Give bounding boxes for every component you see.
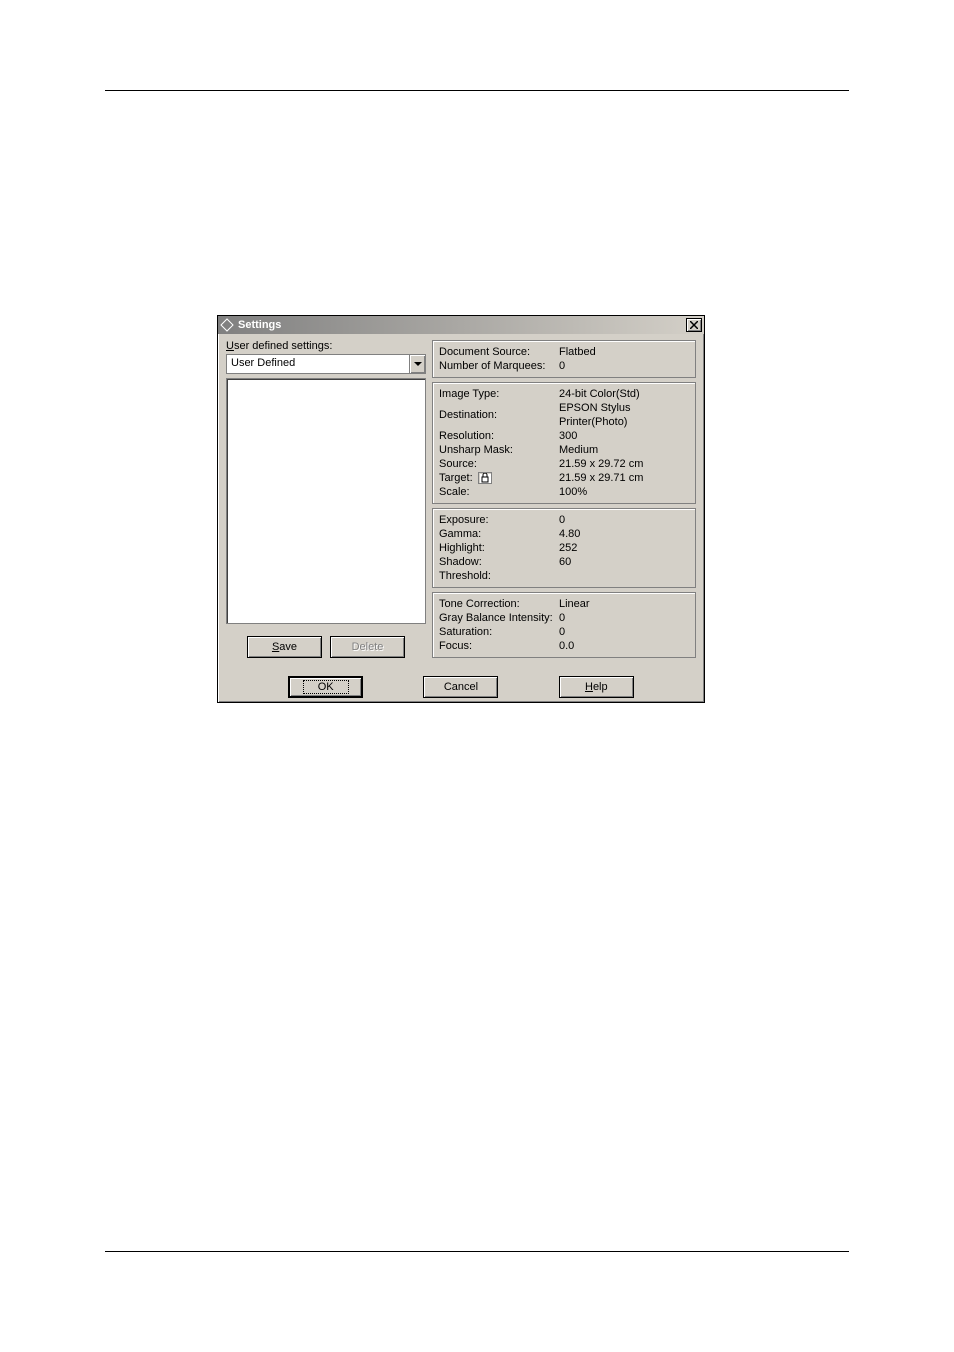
source-value: 21.59 x 29.72 cm [559,457,689,471]
right-panel: Document Source: Flatbed Number of Marqu… [432,340,696,658]
tone-correction-label: Tone Correction: [439,597,559,611]
exposure-label: Exposure: [439,513,559,527]
document-source-value: Flatbed [559,345,689,359]
gamma-value: 4.80 [559,527,689,541]
image-type-label: Image Type: [439,387,559,401]
image-type-value: 24-bit Color(Std) [559,387,689,401]
tone-correction-value: Linear [559,597,689,611]
threshold-label: Threshold: [439,569,559,583]
group-source: Document Source: Flatbed Number of Marqu… [432,340,696,378]
gray-balance-value: 0 [559,611,689,625]
gamma-label: Gamma: [439,527,559,541]
source-label: Source: [439,457,559,471]
shadow-label: Shadow: [439,555,559,569]
destination-value: EPSON Stylus Printer(Photo) [559,401,689,429]
document-source-label: Document Source: [439,345,559,359]
lock-icon [478,472,492,484]
scale-value: 100% [559,485,689,499]
target-value: 21.59 x 29.71 cm [559,471,689,485]
dialog-button-bar: OK Cancel Help [218,668,704,702]
ok-button[interactable]: OK [288,676,363,698]
unsharp-mask-value: Medium [559,443,689,457]
resolution-label: Resolution: [439,429,559,443]
scale-label: Scale: [439,485,559,499]
shadow-value: 60 [559,555,689,569]
group-image: Image Type: 24-bit Color(Std) Destinatio… [432,382,696,504]
focus-label: Focus: [439,639,559,653]
combo-dropdown-button[interactable] [409,355,425,373]
highlight-label: Highlight: [439,541,559,555]
delete-button: Delete [330,636,405,658]
saturation-label: Saturation: [439,625,559,639]
help-button[interactable]: Help [559,676,634,698]
cancel-button[interactable]: Cancel [423,676,498,698]
app-icon [220,318,234,332]
gray-balance-label: Gray Balance Intensity: [439,611,559,625]
group-exposure: Exposure: 0 Gamma: 4.80 Highlight: 252 S… [432,508,696,588]
titlebar-title: Settings [238,319,686,331]
num-marquees-label: Number of Marquees: [439,359,559,373]
resolution-value: 300 [559,429,689,443]
saturation-value: 0 [559,625,689,639]
num-marquees-value: 0 [559,359,689,373]
close-icon [690,321,698,329]
left-panel: User defined settings: User Defined Save… [226,340,426,658]
destination-label: Destination: [439,408,559,422]
settings-dialog: Settings User defined settings: User Def… [217,315,705,703]
focus-value: 0.0 [559,639,689,653]
titlebar: Settings [218,316,704,334]
settings-listbox[interactable] [226,378,426,624]
user-defined-combo-text: User Defined [227,355,409,373]
user-defined-combo[interactable]: User Defined [226,354,426,374]
group-correction: Tone Correction: Linear Gray Balance Int… [432,592,696,658]
highlight-value: 252 [559,541,689,555]
save-button[interactable]: Save [247,636,322,658]
user-defined-settings-label: User defined settings: [226,340,426,352]
close-button[interactable] [686,318,702,332]
exposure-value: 0 [559,513,689,527]
unsharp-mask-label: Unsharp Mask: [439,443,559,457]
target-label: Target: [439,471,559,485]
